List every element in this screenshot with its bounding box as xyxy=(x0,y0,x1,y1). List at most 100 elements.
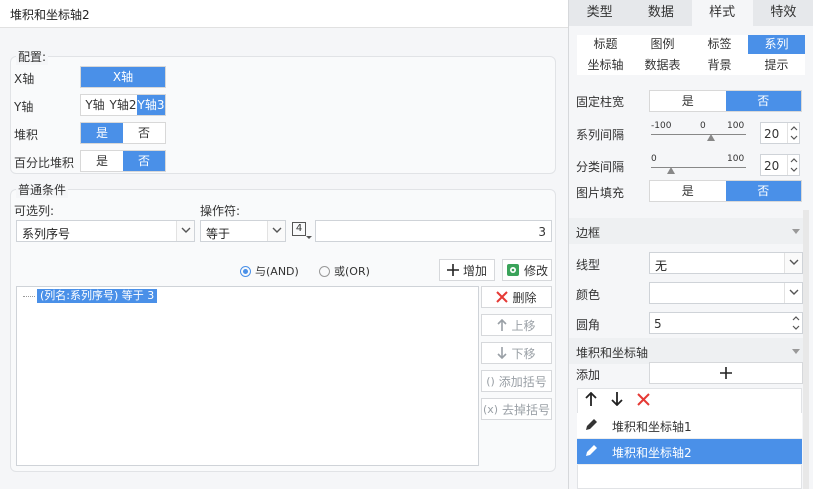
series-gap-max: 100 xyxy=(727,121,745,131)
y-axis-label: Y轴 xyxy=(14,100,34,114)
move-down-button[interactable]: 下移 xyxy=(481,342,552,364)
stack-item-2-label: 堆积和坐标轴2 xyxy=(612,446,692,460)
collapse-triangle-icon xyxy=(792,349,800,354)
line-type-value: 无 xyxy=(655,259,668,273)
slider-thumb-icon[interactable] xyxy=(667,167,675,174)
subtab-background[interactable]: 背景 xyxy=(691,56,748,75)
add-stack-button[interactable] xyxy=(649,362,803,384)
radius-value: 5 xyxy=(654,317,662,331)
border-section-header[interactable]: 边框 xyxy=(569,218,806,244)
column-select[interactable]: 系列序号 xyxy=(16,220,195,242)
gear-edit-icon xyxy=(506,264,519,276)
add-condition-label: 增加 xyxy=(462,263,487,278)
value-type-icon[interactable]: 4 xyxy=(292,222,312,240)
chevron-down-icon[interactable] xyxy=(784,283,802,303)
tab-style[interactable]: 样式 xyxy=(691,0,753,26)
slider-thumb-icon[interactable] xyxy=(707,134,715,141)
move-up-button[interactable]: 上移 xyxy=(481,314,552,336)
x-axis-label: X轴 xyxy=(14,72,35,86)
value-type-number: 4 xyxy=(292,222,306,236)
color-label: 颜色 xyxy=(576,288,601,302)
stack-section-header[interactable]: 堆积和坐标轴 xyxy=(569,338,806,364)
stack-yes[interactable]: 是 xyxy=(81,123,123,143)
right-scrollbar[interactable] xyxy=(803,210,809,489)
series-gap-slider[interactable]: -100 0 100 xyxy=(649,120,749,144)
x-axis-selector[interactable]: X轴 xyxy=(80,66,166,88)
series-gap-stepper[interactable]: 20 xyxy=(760,122,800,144)
image-fill-no[interactable]: 否 xyxy=(725,181,801,201)
radius-stepper[interactable]: 5 xyxy=(649,312,803,334)
fixed-width-yes[interactable]: 是 xyxy=(650,91,726,111)
category-gap-max: 100 xyxy=(727,154,745,164)
stack-no[interactable]: 否 xyxy=(123,123,165,143)
stepper-arrows-icon[interactable] xyxy=(787,123,799,143)
stack-item-1-label: 堆积和坐标轴1 xyxy=(612,420,692,434)
y-axis-option-2[interactable]: Y轴2 xyxy=(109,95,137,115)
stepper-arrows-icon[interactable] xyxy=(790,313,802,333)
line-type-select[interactable]: 无 xyxy=(649,252,803,274)
subtab-label[interactable]: 标签 xyxy=(691,35,748,54)
operator-select[interactable]: 等于 xyxy=(200,220,286,242)
chevron-down-icon[interactable] xyxy=(267,221,285,241)
category-gap-min: 0 xyxy=(651,154,657,164)
modify-condition-button[interactable]: 修改 xyxy=(502,259,552,281)
color-select[interactable] xyxy=(649,282,803,304)
delete-button[interactable]: 删除 xyxy=(481,286,552,308)
move-up-label: 上移 xyxy=(511,318,536,333)
category-gap-label: 分类间隔 xyxy=(576,160,625,174)
remove-bracket-icon: (x) xyxy=(482,402,499,416)
subtab-tooltip[interactable]: 提示 xyxy=(748,56,805,75)
fixed-width-toggle[interactable]: 是 否 xyxy=(649,90,802,112)
delete-x-icon[interactable] xyxy=(637,392,650,406)
stepper-arrows-icon[interactable] xyxy=(787,155,799,175)
condition-item[interactable]: (列名:系列序号) 等于 3 xyxy=(37,289,158,303)
percent-stack-no[interactable]: 否 xyxy=(123,151,165,171)
arrow-down-icon[interactable] xyxy=(611,392,623,406)
remove-bracket-label: 去掉括号 xyxy=(502,402,551,417)
add-bracket-button[interactable]: () 添加括号 xyxy=(481,370,552,392)
subtab-legend[interactable]: 图例 xyxy=(634,35,691,54)
image-fill-yes[interactable]: 是 xyxy=(650,181,726,201)
stack-label: 堆积 xyxy=(14,128,39,142)
x-axis-option[interactable]: X轴 xyxy=(81,67,165,87)
plus-icon xyxy=(446,264,459,276)
and-radio[interactable]: 与(AND) xyxy=(240,263,299,279)
y-axis-selector[interactable]: Y轴 Y轴2 Y轴3 xyxy=(80,94,166,116)
fixed-width-label: 固定柱宽 xyxy=(576,95,625,109)
y-axis-option-3[interactable]: Y轴3 xyxy=(137,95,165,115)
stack-toggle[interactable]: 是 否 xyxy=(80,122,166,144)
pencil-icon[interactable] xyxy=(584,418,598,432)
subtab-axis[interactable]: 坐标轴 xyxy=(577,56,634,75)
tab-type[interactable]: 类型 xyxy=(569,0,630,26)
condition-panel: 堆积和坐标轴2 配置: X轴 X轴 Y轴 Y轴 Y轴2 Y轴3 堆积 是 否 百… xyxy=(0,0,568,489)
subtab-title[interactable]: 标题 xyxy=(577,35,634,54)
percent-stack-yes[interactable]: 是 xyxy=(81,151,123,171)
chevron-down-icon[interactable] xyxy=(176,221,194,241)
or-radio[interactable]: 或(OR) xyxy=(319,263,370,279)
image-fill-toggle[interactable]: 是 否 xyxy=(649,180,802,202)
percent-stack-label: 百分比堆积 xyxy=(14,156,75,170)
collapse-triangle-icon xyxy=(792,229,800,234)
panel-title: 堆积和坐标轴2 xyxy=(10,8,90,22)
column-label: 可选列: xyxy=(14,204,55,218)
stack-item-1[interactable]: 堆积和坐标轴1 xyxy=(577,413,802,439)
subtab-series[interactable]: 系列 xyxy=(748,35,805,54)
add-condition-button[interactable]: 增加 xyxy=(439,259,495,281)
y-axis-option-1[interactable]: Y轴 xyxy=(81,95,109,115)
tab-data[interactable]: 数据 xyxy=(630,0,691,26)
chevron-down-icon[interactable] xyxy=(784,253,802,273)
subtab-datatable[interactable]: 数据表 xyxy=(634,56,691,75)
remove-bracket-button[interactable]: (x) 去掉括号 xyxy=(481,398,552,420)
pencil-icon[interactable] xyxy=(584,444,598,458)
value-input[interactable]: 3 xyxy=(315,220,552,242)
fixed-width-no[interactable]: 否 xyxy=(725,91,801,111)
move-down-label: 下移 xyxy=(511,346,536,361)
arrow-up-icon[interactable] xyxy=(585,392,597,406)
column-value: 系列序号 xyxy=(22,227,71,241)
stack-item-2[interactable]: 堆积和坐标轴2 xyxy=(577,439,802,465)
category-gap-slider[interactable]: 0 100 xyxy=(649,153,749,177)
percent-stack-toggle[interactable]: 是 否 xyxy=(80,150,166,172)
condition-list[interactable]: (列名:系列序号) 等于 3 xyxy=(16,286,479,466)
tab-effects[interactable]: 特效 xyxy=(753,0,813,26)
category-gap-stepper[interactable]: 20 xyxy=(760,154,800,176)
